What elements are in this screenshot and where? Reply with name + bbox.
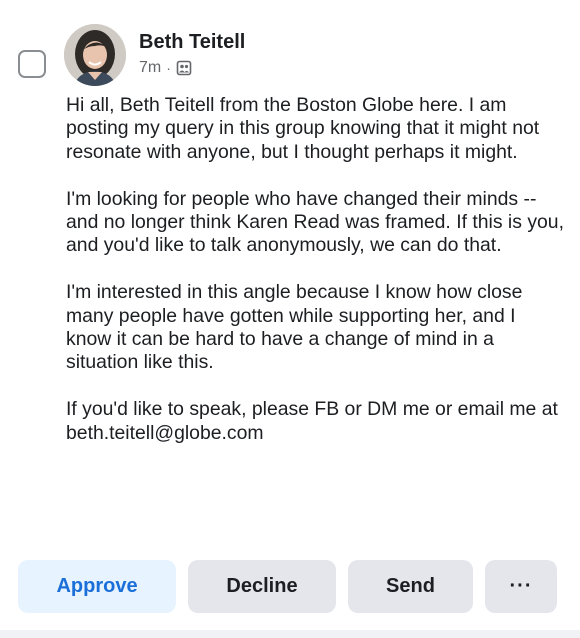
avatar-image: [64, 24, 126, 86]
group-icon: [176, 60, 192, 76]
meta-separator: ·: [166, 60, 171, 76]
decline-button[interactable]: Decline: [188, 560, 336, 613]
post-paragraph: If you'd like to speak, please FB or DM …: [66, 398, 558, 444]
moderation-actions: Approve Decline Send ···: [18, 560, 557, 613]
approve-button[interactable]: Approve: [18, 560, 176, 613]
post-meta: 7m ·: [139, 59, 192, 77]
send-button[interactable]: Send: [348, 560, 473, 613]
post-paragraph: I'm interested in this angle because I k…: [66, 281, 523, 374]
select-checkbox[interactable]: [18, 50, 46, 78]
pending-post-card: Beth Teitell 7m · Hi all, Beth Teitell f…: [0, 0, 580, 638]
more-options-button[interactable]: ···: [485, 560, 557, 613]
avatar[interactable]: [64, 24, 126, 86]
post-time[interactable]: 7m: [139, 59, 161, 77]
post-body: Hi all, Beth Teitell from the Boston Glo…: [66, 94, 566, 468]
author-name[interactable]: Beth Teitell: [139, 31, 245, 54]
post-paragraph: I'm looking for people who have changed …: [66, 187, 564, 257]
post-paragraph: Hi all, Beth Teitell from the Boston Glo…: [66, 94, 540, 163]
divider: [0, 630, 580, 638]
